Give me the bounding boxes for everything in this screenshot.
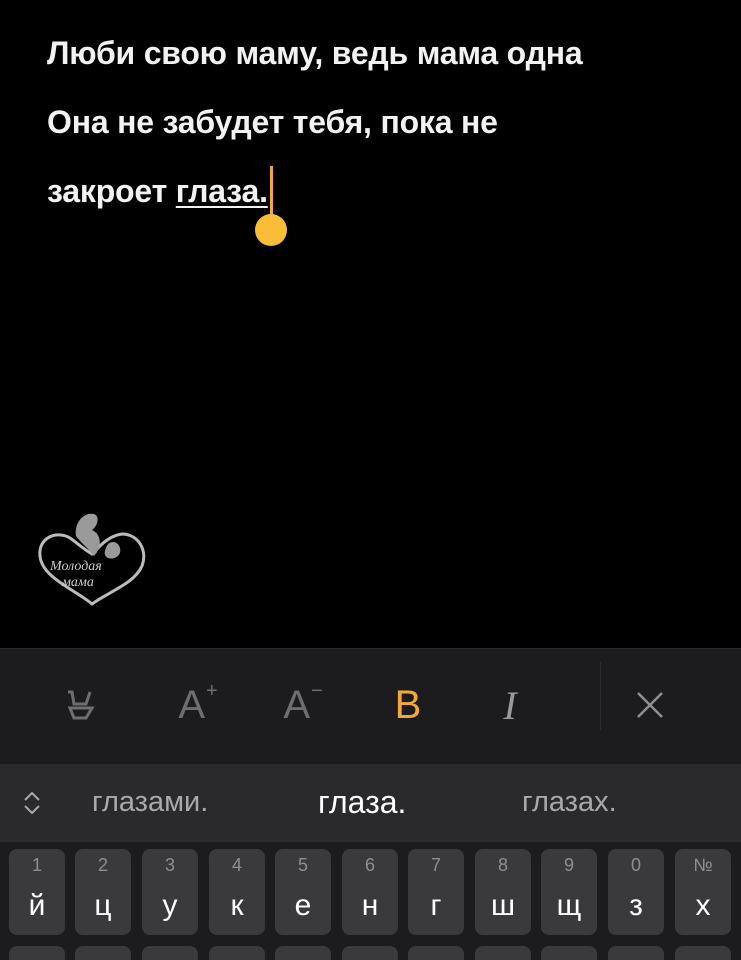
expand-suggestions-icon[interactable]: [22, 790, 42, 816]
close-icon: [637, 692, 663, 718]
text-line-2: Она не забудет тебя, пока не: [47, 104, 498, 140]
key-1[interactable]: 1й: [9, 849, 65, 935]
key-char: з: [629, 889, 643, 922]
text-cursor[interactable]: [254, 166, 287, 246]
suggestion-center[interactable]: глаза.: [318, 784, 406, 821]
bold-button[interactable]: B: [385, 679, 431, 731]
key-hint: 9: [563, 855, 574, 875]
key-hint: №: [693, 855, 713, 875]
key-row2-partial[interactable]: [75, 946, 131, 960]
text-line-3-start: закроет: [47, 173, 176, 209]
increase-font-button[interactable]: A +: [170, 679, 226, 731]
key-row2-partial[interactable]: [408, 946, 464, 960]
decrease-font-button[interactable]: A −: [275, 679, 331, 731]
key-6[interactable]: 6н: [342, 849, 398, 935]
watermark-text-top: Молодая: [49, 559, 102, 574]
key-row2-partial[interactable]: [209, 946, 265, 960]
key-7[interactable]: 7г: [408, 849, 464, 935]
decrease-font-label: A: [283, 682, 310, 727]
key-3[interactable]: 3у: [142, 849, 198, 935]
format-toolbar: A + A − B I: [0, 648, 741, 764]
key-char: е: [294, 889, 312, 922]
italic-button[interactable]: I: [490, 679, 530, 731]
text-content[interactable]: Люби свою маму, ведь мама одна Она не за…: [47, 35, 707, 246]
style-button[interactable]: [58, 679, 102, 731]
key-char: ц: [94, 889, 112, 922]
key-row2-partial[interactable]: [675, 946, 731, 960]
watermark-text-bottom: мама: [61, 575, 94, 590]
key-8[interactable]: 8ш: [475, 849, 531, 935]
key-hint: 8: [497, 855, 508, 875]
key-2[interactable]: 2ц: [75, 849, 131, 935]
cursor-handle[interactable]: [254, 214, 287, 246]
text-editor[interactable]: Люби свою маму, ведь мама одна Она не за…: [0, 0, 741, 648]
watermark-logo: Молодая мама: [38, 513, 146, 606]
key-hint: 1: [31, 855, 42, 875]
key-row2-partial[interactable]: [608, 946, 664, 960]
key-5[interactable]: 5е: [275, 849, 331, 935]
key-char: х: [695, 889, 711, 922]
composing-word: глаза.: [175, 173, 268, 209]
key-hint: 2: [97, 855, 108, 875]
key-char: н: [361, 889, 379, 922]
suggestion-bar: глазами. глаза. глазах.: [0, 764, 741, 842]
key-row2-partial[interactable]: [541, 946, 597, 960]
key-char: й: [28, 889, 46, 922]
key-9[interactable]: 9щ: [541, 849, 597, 935]
key-row2-partial[interactable]: [142, 946, 198, 960]
key-char: к: [230, 889, 244, 922]
suggestion-right[interactable]: глазах.: [522, 786, 617, 819]
key-row2-partial[interactable]: [475, 946, 531, 960]
key-4[interactable]: 4к: [209, 849, 265, 935]
key-row2-partial[interactable]: [275, 946, 331, 960]
key-hint: 3: [164, 855, 175, 875]
key-row2-partial[interactable]: [342, 946, 398, 960]
key-hint: 4: [231, 855, 242, 875]
key-hint: 6: [364, 855, 375, 875]
key-10[interactable]: 0з: [608, 849, 664, 935]
key-char: г: [430, 889, 442, 922]
increase-font-sup: +: [206, 679, 218, 702]
key-11[interactable]: № х: [675, 849, 731, 935]
style-brush-icon: [67, 690, 95, 720]
keyboard: 1й 2ц 3у 4к 5е 6н 7г 8ш 9щ 0з № х: [0, 842, 741, 960]
close-toolbar-button[interactable]: [628, 679, 672, 731]
suggestion-left[interactable]: глазами.: [92, 786, 208, 819]
bold-label: B: [394, 682, 422, 727]
toolbar-divider: [600, 662, 601, 730]
key-char: ш: [490, 889, 516, 922]
key-hint: 5: [297, 855, 308, 875]
key-hint: 7: [430, 855, 441, 875]
key-char: щ: [556, 889, 582, 922]
decrease-font-sup: −: [311, 679, 323, 702]
text-line-3: закроет глаза.: [47, 166, 707, 246]
key-char: у: [162, 889, 178, 922]
italic-label: I: [503, 682, 517, 728]
key-row2-partial[interactable]: [9, 946, 65, 960]
text-line-1: Люби свою маму, ведь мама одна: [47, 35, 583, 71]
key-hint: 0: [630, 855, 641, 875]
increase-font-label: A: [178, 682, 205, 727]
